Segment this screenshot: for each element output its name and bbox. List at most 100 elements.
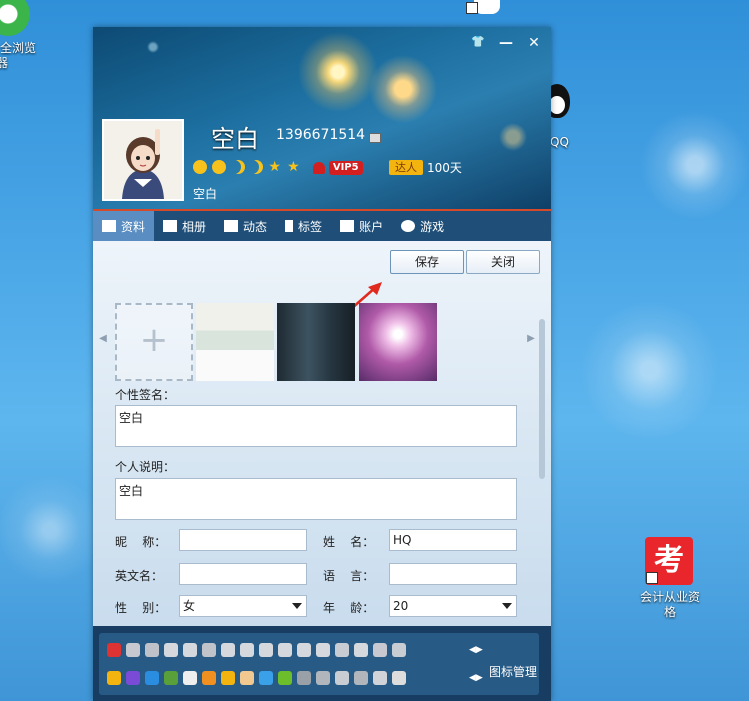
nickname-title[interactable]: 空白 xyxy=(211,119,259,154)
game-icon[interactable] xyxy=(202,671,216,685)
diamond-icon[interactable] xyxy=(221,643,235,657)
doc-icon[interactable] xyxy=(354,671,368,685)
shield-icon[interactable] xyxy=(297,671,311,685)
gender-select[interactable]: 女 xyxy=(179,595,307,617)
desktop-icon-exam[interactable]: 考 会计从业资 格 xyxy=(630,530,710,625)
profile-body: 保存 关闭 ◀ + ▶ 个性签名： 空白 个人说明： 空白 昵 称： 姓 名： … xyxy=(93,241,551,626)
tab-label: 动态 xyxy=(243,219,268,234)
language-field[interactable] xyxy=(389,563,517,585)
heart-icon[interactable] xyxy=(373,643,387,657)
diamond-icon[interactable] xyxy=(297,643,311,657)
penguin-icon[interactable] xyxy=(392,671,406,685)
tab-tags[interactable]: 标签 xyxy=(276,211,331,241)
age-select[interactable]: 20 xyxy=(389,595,517,617)
profile-window: 👕 — ✕ 空白 1396671514 ★ ★ VIP5 达人 100天 空白 … xyxy=(93,27,551,701)
photo-thumbnail[interactable] xyxy=(196,303,274,381)
diamond-icon[interactable] xyxy=(278,643,292,657)
close-button[interactable]: 关闭 xyxy=(466,250,540,274)
signature-label: 个性签名： xyxy=(115,388,176,402)
photo-strip: ◀ + ▶ xyxy=(93,293,551,381)
diamond-icon[interactable] xyxy=(240,643,254,657)
gear-icon[interactable] xyxy=(316,671,330,685)
moon-level-icon xyxy=(249,160,263,174)
icon-nav-arrows[interactable]: ◀▶ xyxy=(469,673,483,683)
gender-value: 女 xyxy=(183,599,196,613)
vip-badge[interactable]: VIP5 xyxy=(313,160,363,176)
shortcut-arrow-icon xyxy=(466,2,478,14)
desktop-icon-browser[interactable]: 全浏览 器 xyxy=(0,0,60,80)
language-label: 语 言： xyxy=(323,569,375,583)
desktop-icon-label: 格 xyxy=(663,605,676,619)
photo-thumbnail[interactable] xyxy=(359,303,437,381)
save-button[interactable]: 保存 xyxy=(390,250,464,274)
plus-icon: + xyxy=(139,320,169,360)
diamond-icon[interactable] xyxy=(354,643,368,657)
star-level-icon: ★ xyxy=(268,158,281,175)
sun-level-icon xyxy=(193,159,207,174)
name-label: 姓 名： xyxy=(323,535,375,549)
tab-album[interactable]: 相册 xyxy=(154,211,215,241)
tab-games[interactable]: 游戏 xyxy=(392,211,453,241)
profile-card-icon xyxy=(102,220,116,232)
diamond-icon[interactable] xyxy=(183,643,197,657)
tab-profile[interactable]: 资料 xyxy=(93,211,155,241)
add-photo-button[interactable]: + xyxy=(115,303,193,381)
minimize-button[interactable]: — xyxy=(497,35,515,51)
bird-icon[interactable] xyxy=(335,643,349,657)
game-icon xyxy=(401,220,416,232)
level-badges[interactable]: ★ ★ xyxy=(193,159,302,177)
shirt-icon[interactable] xyxy=(392,643,406,657)
shield-icon[interactable] xyxy=(221,671,235,685)
name-field[interactable]: HQ xyxy=(389,529,517,551)
moon-level-icon xyxy=(231,160,245,174)
photo-thumbnail[interactable] xyxy=(277,303,355,381)
icon-row-top xyxy=(107,643,411,657)
tab-account[interactable]: 账户 xyxy=(331,211,392,241)
english-name-field[interactable] xyxy=(179,563,307,585)
music-icon[interactable] xyxy=(278,671,292,685)
signature-field[interactable]: 空白 xyxy=(115,405,517,447)
user-icon[interactable] xyxy=(145,643,159,657)
sun-level-icon xyxy=(211,159,226,174)
star-icon[interactable] xyxy=(107,671,121,685)
next-photo-button[interactable]: ▶ xyxy=(525,321,537,357)
camera-icon[interactable] xyxy=(145,671,159,685)
desktop-icon-top[interactable] xyxy=(466,0,516,26)
tab-label: 游戏 xyxy=(420,219,445,234)
skin-button[interactable]: 👕 xyxy=(469,35,487,48)
diamond-icon[interactable] xyxy=(164,643,178,657)
diamond-icon[interactable] xyxy=(259,643,273,657)
phone-icon[interactable] xyxy=(259,671,273,685)
feed-list-icon xyxy=(224,220,239,232)
vip-crown-icon[interactable] xyxy=(107,643,121,657)
edit-icon[interactable] xyxy=(369,133,381,143)
dandelion-decoration xyxy=(580,300,720,440)
icon-manager-link[interactable]: 图标管理 xyxy=(489,663,537,680)
tab-label: 资料 xyxy=(121,219,146,234)
age-value: 20 xyxy=(393,599,409,613)
diamond-icon[interactable] xyxy=(316,643,330,657)
tab-label: 账户 xyxy=(359,219,384,234)
close-window-button[interactable]: ✕ xyxy=(525,35,543,51)
penguin-icon[interactable] xyxy=(183,671,197,685)
phone-icon[interactable] xyxy=(202,643,216,657)
app-icon[interactable] xyxy=(126,671,140,685)
plant-icon[interactable] xyxy=(164,671,178,685)
tab-label: 相册 xyxy=(182,219,207,234)
browser-icon xyxy=(0,0,30,36)
shortcut-arrow-icon xyxy=(646,572,658,584)
description-field[interactable]: 空白 xyxy=(115,478,517,520)
face-icon[interactable] xyxy=(240,671,254,685)
avatar[interactable] xyxy=(102,119,184,201)
nickname-field[interactable] xyxy=(179,529,307,551)
prev-photo-button[interactable]: ◀ xyxy=(97,321,109,357)
grid-icon[interactable] xyxy=(373,671,387,685)
daren-badge[interactable]: 达人 100天 xyxy=(389,159,462,176)
heart-icon[interactable] xyxy=(126,643,140,657)
scrollbar[interactable] xyxy=(539,319,545,479)
icon-nav-arrows[interactable]: ◀▶ xyxy=(469,645,483,655)
refresh-icon[interactable] xyxy=(335,671,349,685)
tab-feed[interactable]: 动态 xyxy=(215,211,276,241)
daren-days: 100天 xyxy=(427,161,462,175)
wallet-icon xyxy=(340,220,355,232)
